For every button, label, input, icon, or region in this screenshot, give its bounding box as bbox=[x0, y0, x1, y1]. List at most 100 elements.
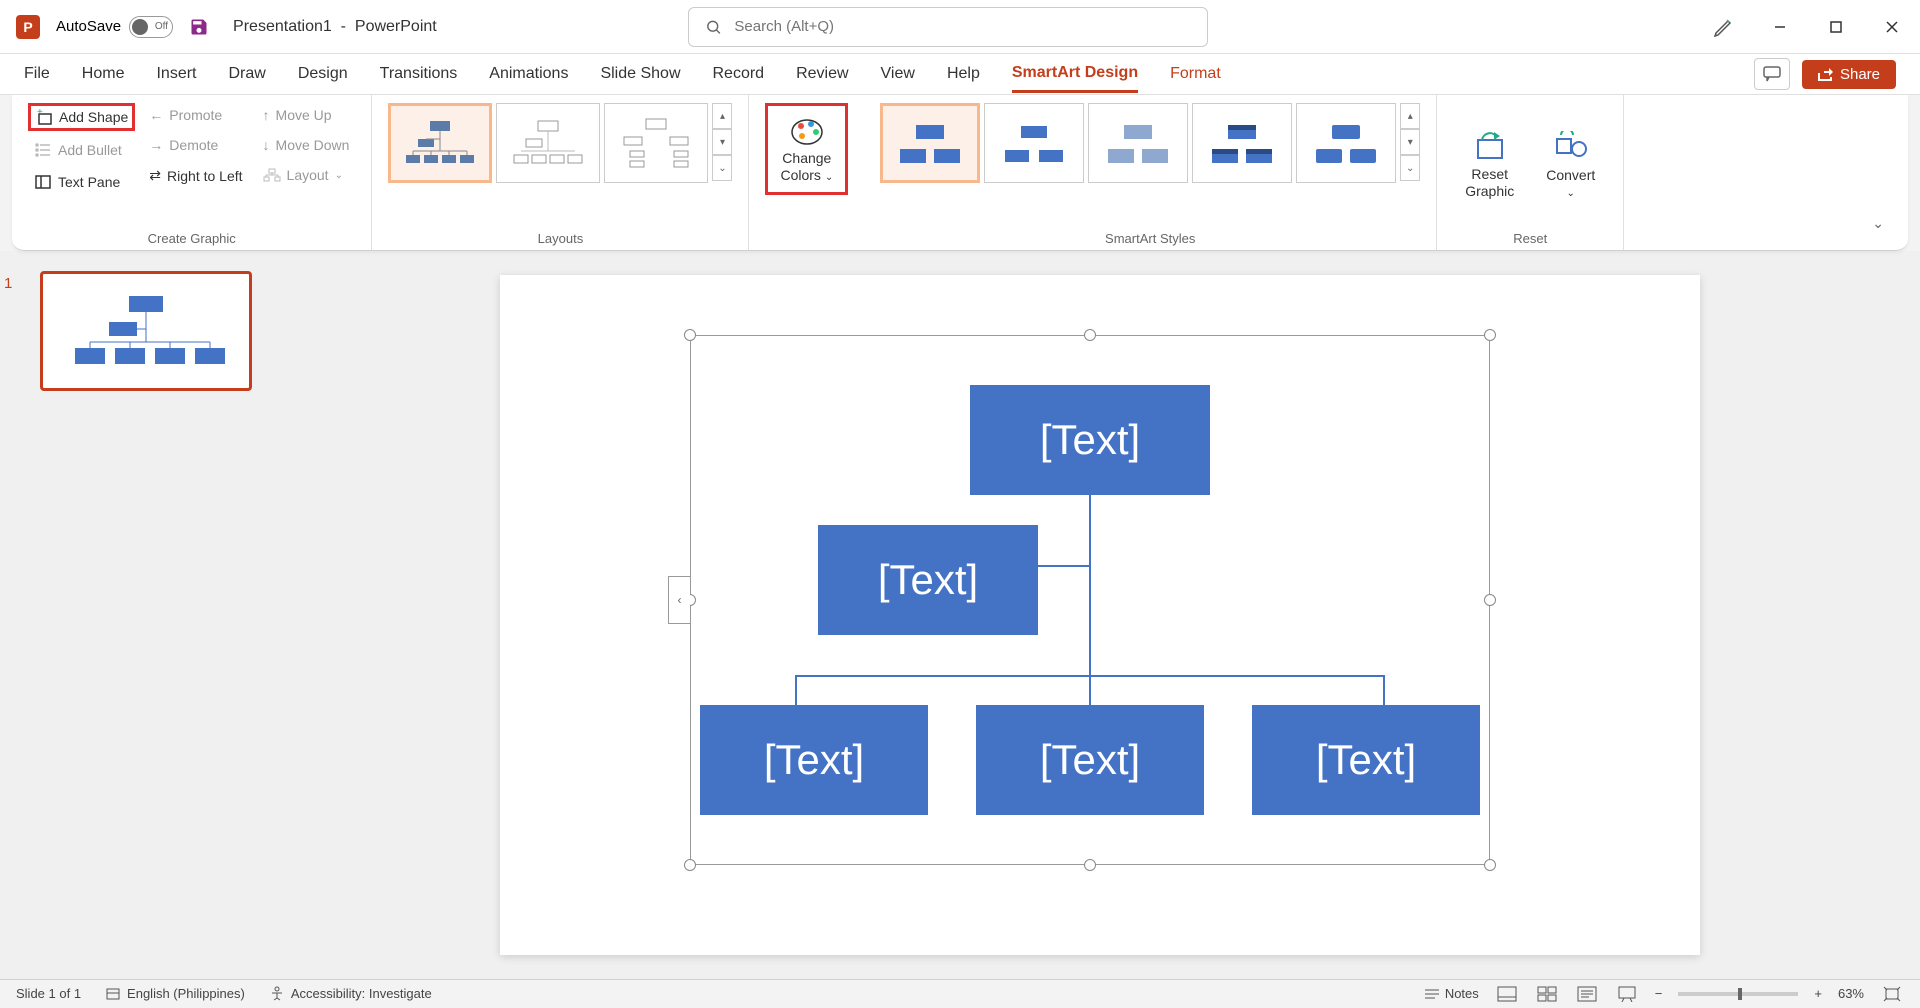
zoom-level[interactable]: 63% bbox=[1838, 986, 1864, 1001]
tab-review[interactable]: Review bbox=[796, 57, 848, 91]
org-node-child-3[interactable]: [Text] bbox=[1252, 705, 1480, 815]
style-thumb-5[interactable] bbox=[1296, 103, 1396, 183]
resize-handle-tm[interactable] bbox=[1084, 329, 1096, 341]
document-title: Presentation1 - PowerPoint bbox=[233, 18, 437, 36]
layout-dropdown[interactable]: Layout⌄ bbox=[257, 163, 356, 187]
tab-animations[interactable]: Animations bbox=[489, 57, 568, 91]
smartart-object[interactable]: ‹ [Text] [Text] [Text] [Text] [Text] bbox=[690, 335, 1490, 865]
layouts-scroll[interactable]: ▴▾⌄ bbox=[712, 103, 732, 181]
tab-design[interactable]: Design bbox=[298, 57, 348, 91]
resize-handle-bl[interactable] bbox=[684, 859, 696, 871]
expand-icon[interactable]: ⌄ bbox=[1400, 155, 1420, 181]
palette-icon bbox=[789, 114, 825, 146]
main-area: 1 bbox=[0, 251, 1920, 979]
change-colors-button[interactable]: ChangeColors ⌄ bbox=[765, 103, 848, 195]
tab-transitions[interactable]: Transitions bbox=[380, 57, 458, 91]
scroll-up-icon[interactable]: ▴ bbox=[1400, 103, 1420, 129]
chevron-down-icon: ⌄ bbox=[335, 170, 343, 181]
slide-sorter-button[interactable] bbox=[1535, 984, 1559, 1004]
reading-view-button[interactable] bbox=[1575, 984, 1599, 1004]
ribbon-tabs: File Home Insert Draw Design Transitions… bbox=[0, 54, 1920, 95]
move-down-button[interactable]: ↓Move Down bbox=[257, 133, 356, 157]
layout-thumb-3[interactable] bbox=[604, 103, 708, 183]
chevron-down-icon: ⌄ bbox=[1567, 188, 1575, 199]
scroll-down-icon[interactable]: ▾ bbox=[1400, 129, 1420, 155]
autosave-toggle-group: AutoSave Off bbox=[56, 16, 173, 38]
group-layouts: ▴▾⌄ Layouts bbox=[372, 95, 749, 250]
org-node-root[interactable]: [Text] bbox=[970, 385, 1210, 495]
slide-canvas[interactable]: ‹ [Text] [Text] [Text] [Text] [Text] bbox=[500, 275, 1700, 955]
close-button[interactable] bbox=[1880, 15, 1904, 39]
save-icon[interactable] bbox=[189, 17, 209, 37]
org-node-child-1[interactable]: [Text] bbox=[700, 705, 928, 815]
comments-button[interactable] bbox=[1754, 58, 1790, 90]
org-node-child-2[interactable]: [Text] bbox=[976, 705, 1204, 815]
fit-to-window-button[interactable] bbox=[1880, 984, 1904, 1004]
status-accessibility[interactable]: Accessibility: Investigate bbox=[269, 986, 432, 1002]
tab-record[interactable]: Record bbox=[713, 57, 765, 91]
resize-handle-br[interactable] bbox=[1484, 859, 1496, 871]
status-slide-indicator[interactable]: Slide 1 of 1 bbox=[16, 986, 81, 1001]
autosave-toggle[interactable]: Off bbox=[129, 16, 173, 38]
tab-home[interactable]: Home bbox=[82, 57, 125, 91]
expand-icon[interactable]: ⌄ bbox=[712, 155, 732, 181]
group-label: Reset bbox=[1453, 227, 1607, 246]
reset-graphic-button[interactable]: ResetGraphic bbox=[1453, 103, 1526, 227]
resize-handle-tr[interactable] bbox=[1484, 329, 1496, 341]
title-bar: P AutoSave Off Presentation1 - PowerPoin… bbox=[0, 0, 1920, 54]
style-thumb-3[interactable] bbox=[1088, 103, 1188, 183]
status-language[interactable]: English (Philippines) bbox=[105, 986, 245, 1002]
resize-handle-tl[interactable] bbox=[684, 329, 696, 341]
convert-button[interactable]: Convert⌄ bbox=[1534, 103, 1607, 227]
right-to-left-button[interactable]: ⇄Right to Left bbox=[143, 163, 248, 188]
tab-smartart-design[interactable]: SmartArt Design bbox=[1012, 56, 1138, 93]
share-button[interactable]: Share bbox=[1802, 60, 1896, 89]
add-bullet-button[interactable]: Add Bullet bbox=[28, 137, 135, 163]
slideshow-view-button[interactable] bbox=[1615, 984, 1639, 1004]
pen-icon[interactable] bbox=[1712, 15, 1736, 39]
zoom-out-button[interactable]: − bbox=[1655, 986, 1663, 1001]
add-shape-button[interactable]: + Add Shape bbox=[28, 103, 135, 131]
maximize-button[interactable] bbox=[1824, 15, 1848, 39]
move-up-button[interactable]: ↑Move Up bbox=[257, 103, 356, 127]
tab-slideshow[interactable]: Slide Show bbox=[600, 57, 680, 91]
promote-button[interactable]: ←Promote bbox=[143, 103, 248, 127]
connector-line bbox=[1383, 675, 1385, 705]
search-box[interactable] bbox=[688, 7, 1208, 47]
style-thumb-2[interactable] bbox=[984, 103, 1084, 183]
scroll-down-icon[interactable]: ▾ bbox=[712, 129, 732, 155]
text-pane-button[interactable]: Text Pane bbox=[28, 169, 135, 195]
tab-file[interactable]: File bbox=[24, 57, 50, 91]
search-input[interactable] bbox=[734, 18, 1191, 35]
slide-thumbnail-1[interactable] bbox=[40, 271, 252, 391]
tab-draw[interactable]: Draw bbox=[228, 57, 265, 91]
slide-number: 1 bbox=[4, 275, 12, 292]
org-node-assistant[interactable]: [Text] bbox=[818, 525, 1038, 635]
style-thumb-4[interactable] bbox=[1192, 103, 1292, 183]
resize-handle-bm[interactable] bbox=[1084, 859, 1096, 871]
layout-thumb-2[interactable] bbox=[496, 103, 600, 183]
reset-icon bbox=[1472, 130, 1508, 162]
zoom-in-button[interactable]: + bbox=[1814, 986, 1822, 1001]
style-thumb-1[interactable] bbox=[880, 103, 980, 183]
tab-view[interactable]: View bbox=[881, 57, 915, 91]
resize-handle-mr[interactable] bbox=[1484, 594, 1496, 606]
group-label: Create Graphic bbox=[28, 227, 355, 246]
slide-thumbnail-panel: 1 bbox=[0, 251, 280, 979]
tab-insert[interactable]: Insert bbox=[156, 57, 196, 91]
svg-text:+: + bbox=[37, 108, 43, 118]
tab-help[interactable]: Help bbox=[947, 57, 980, 91]
styles-scroll[interactable]: ▴▾⌄ bbox=[1400, 103, 1420, 181]
tab-format[interactable]: Format bbox=[1170, 57, 1221, 91]
demote-button[interactable]: →Demote bbox=[143, 133, 248, 157]
text-pane-expand-tab[interactable]: ‹ bbox=[668, 576, 690, 624]
notes-button[interactable]: Notes bbox=[1423, 986, 1479, 1001]
app-icon: P bbox=[16, 15, 40, 39]
scroll-up-icon[interactable]: ▴ bbox=[712, 103, 732, 129]
minimize-button[interactable] bbox=[1768, 15, 1792, 39]
zoom-slider[interactable] bbox=[1678, 992, 1798, 996]
slide-editor[interactable]: ‹ [Text] [Text] [Text] [Text] [Text] bbox=[280, 251, 1920, 979]
layout-thumb-1[interactable] bbox=[388, 103, 492, 183]
ribbon-collapse-button[interactable]: ⌄ bbox=[1872, 215, 1884, 232]
normal-view-button[interactable] bbox=[1495, 984, 1519, 1004]
